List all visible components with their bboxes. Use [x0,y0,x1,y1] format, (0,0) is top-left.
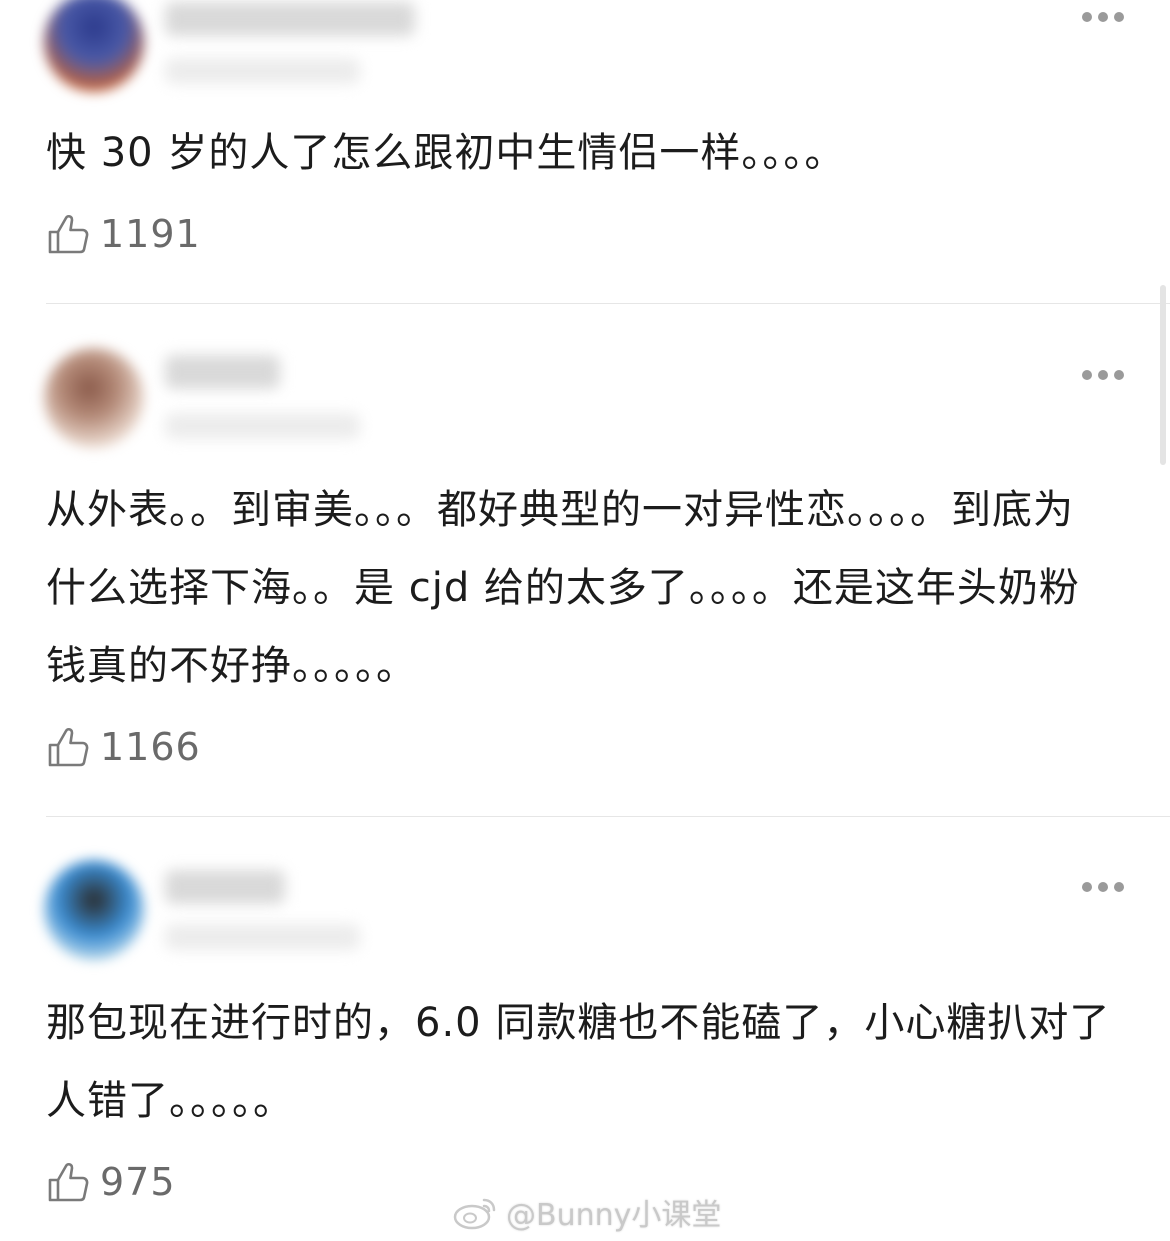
username-blurred[interactable] [165,355,280,389]
like-count: 1191 [100,212,201,256]
scrollbar[interactable] [1160,285,1166,465]
comment-text: 快 30 岁的人了怎么跟初中生情侣一样。。。。 [46,130,846,176]
comment-meta-blurred [165,413,360,439]
more-options-icon[interactable] [1082,882,1124,892]
divider [46,303,1170,304]
avatar[interactable] [44,348,144,448]
comment-meta-blurred [165,58,360,84]
thumbs-up-icon [48,727,89,767]
avatar[interactable] [44,860,144,960]
like-button[interactable]: 1191 [46,210,201,258]
username-blurred[interactable] [165,870,285,904]
like-button[interactable]: 975 [46,1158,176,1206]
comment-meta-blurred [165,924,360,950]
comment-text: 那包现在进行时的，6.0 同款糖也不能磕了，小心糖扒对了人错了。。。。。 [46,1000,1111,1124]
more-options-icon[interactable] [1082,370,1124,380]
like-count: 975 [100,1160,176,1204]
divider [46,816,1170,817]
weibo-logo-icon [453,1198,496,1230]
thumbs-up-icon [48,1162,89,1202]
thumbs-up-icon [48,214,89,254]
watermark-text: @Bunny小课堂 [506,1198,722,1233]
avatar[interactable] [44,0,144,92]
watermark: @Bunny小课堂 [452,1190,721,1234]
more-options-icon[interactable] [1082,12,1124,22]
username-blurred[interactable] [165,2,415,36]
like-count: 1166 [100,725,201,769]
comment-text: 从外表。。到审美。。。都好典型的一对异性恋。。。。到底为什么选择下海。。是 cj… [46,487,1080,689]
like-button[interactable]: 1166 [46,723,201,771]
